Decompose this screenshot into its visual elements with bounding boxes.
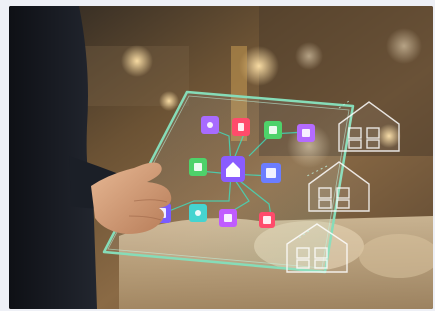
smart-home-photo bbox=[9, 6, 433, 309]
image-frame bbox=[0, 0, 435, 311]
photo-illustration bbox=[9, 6, 433, 309]
